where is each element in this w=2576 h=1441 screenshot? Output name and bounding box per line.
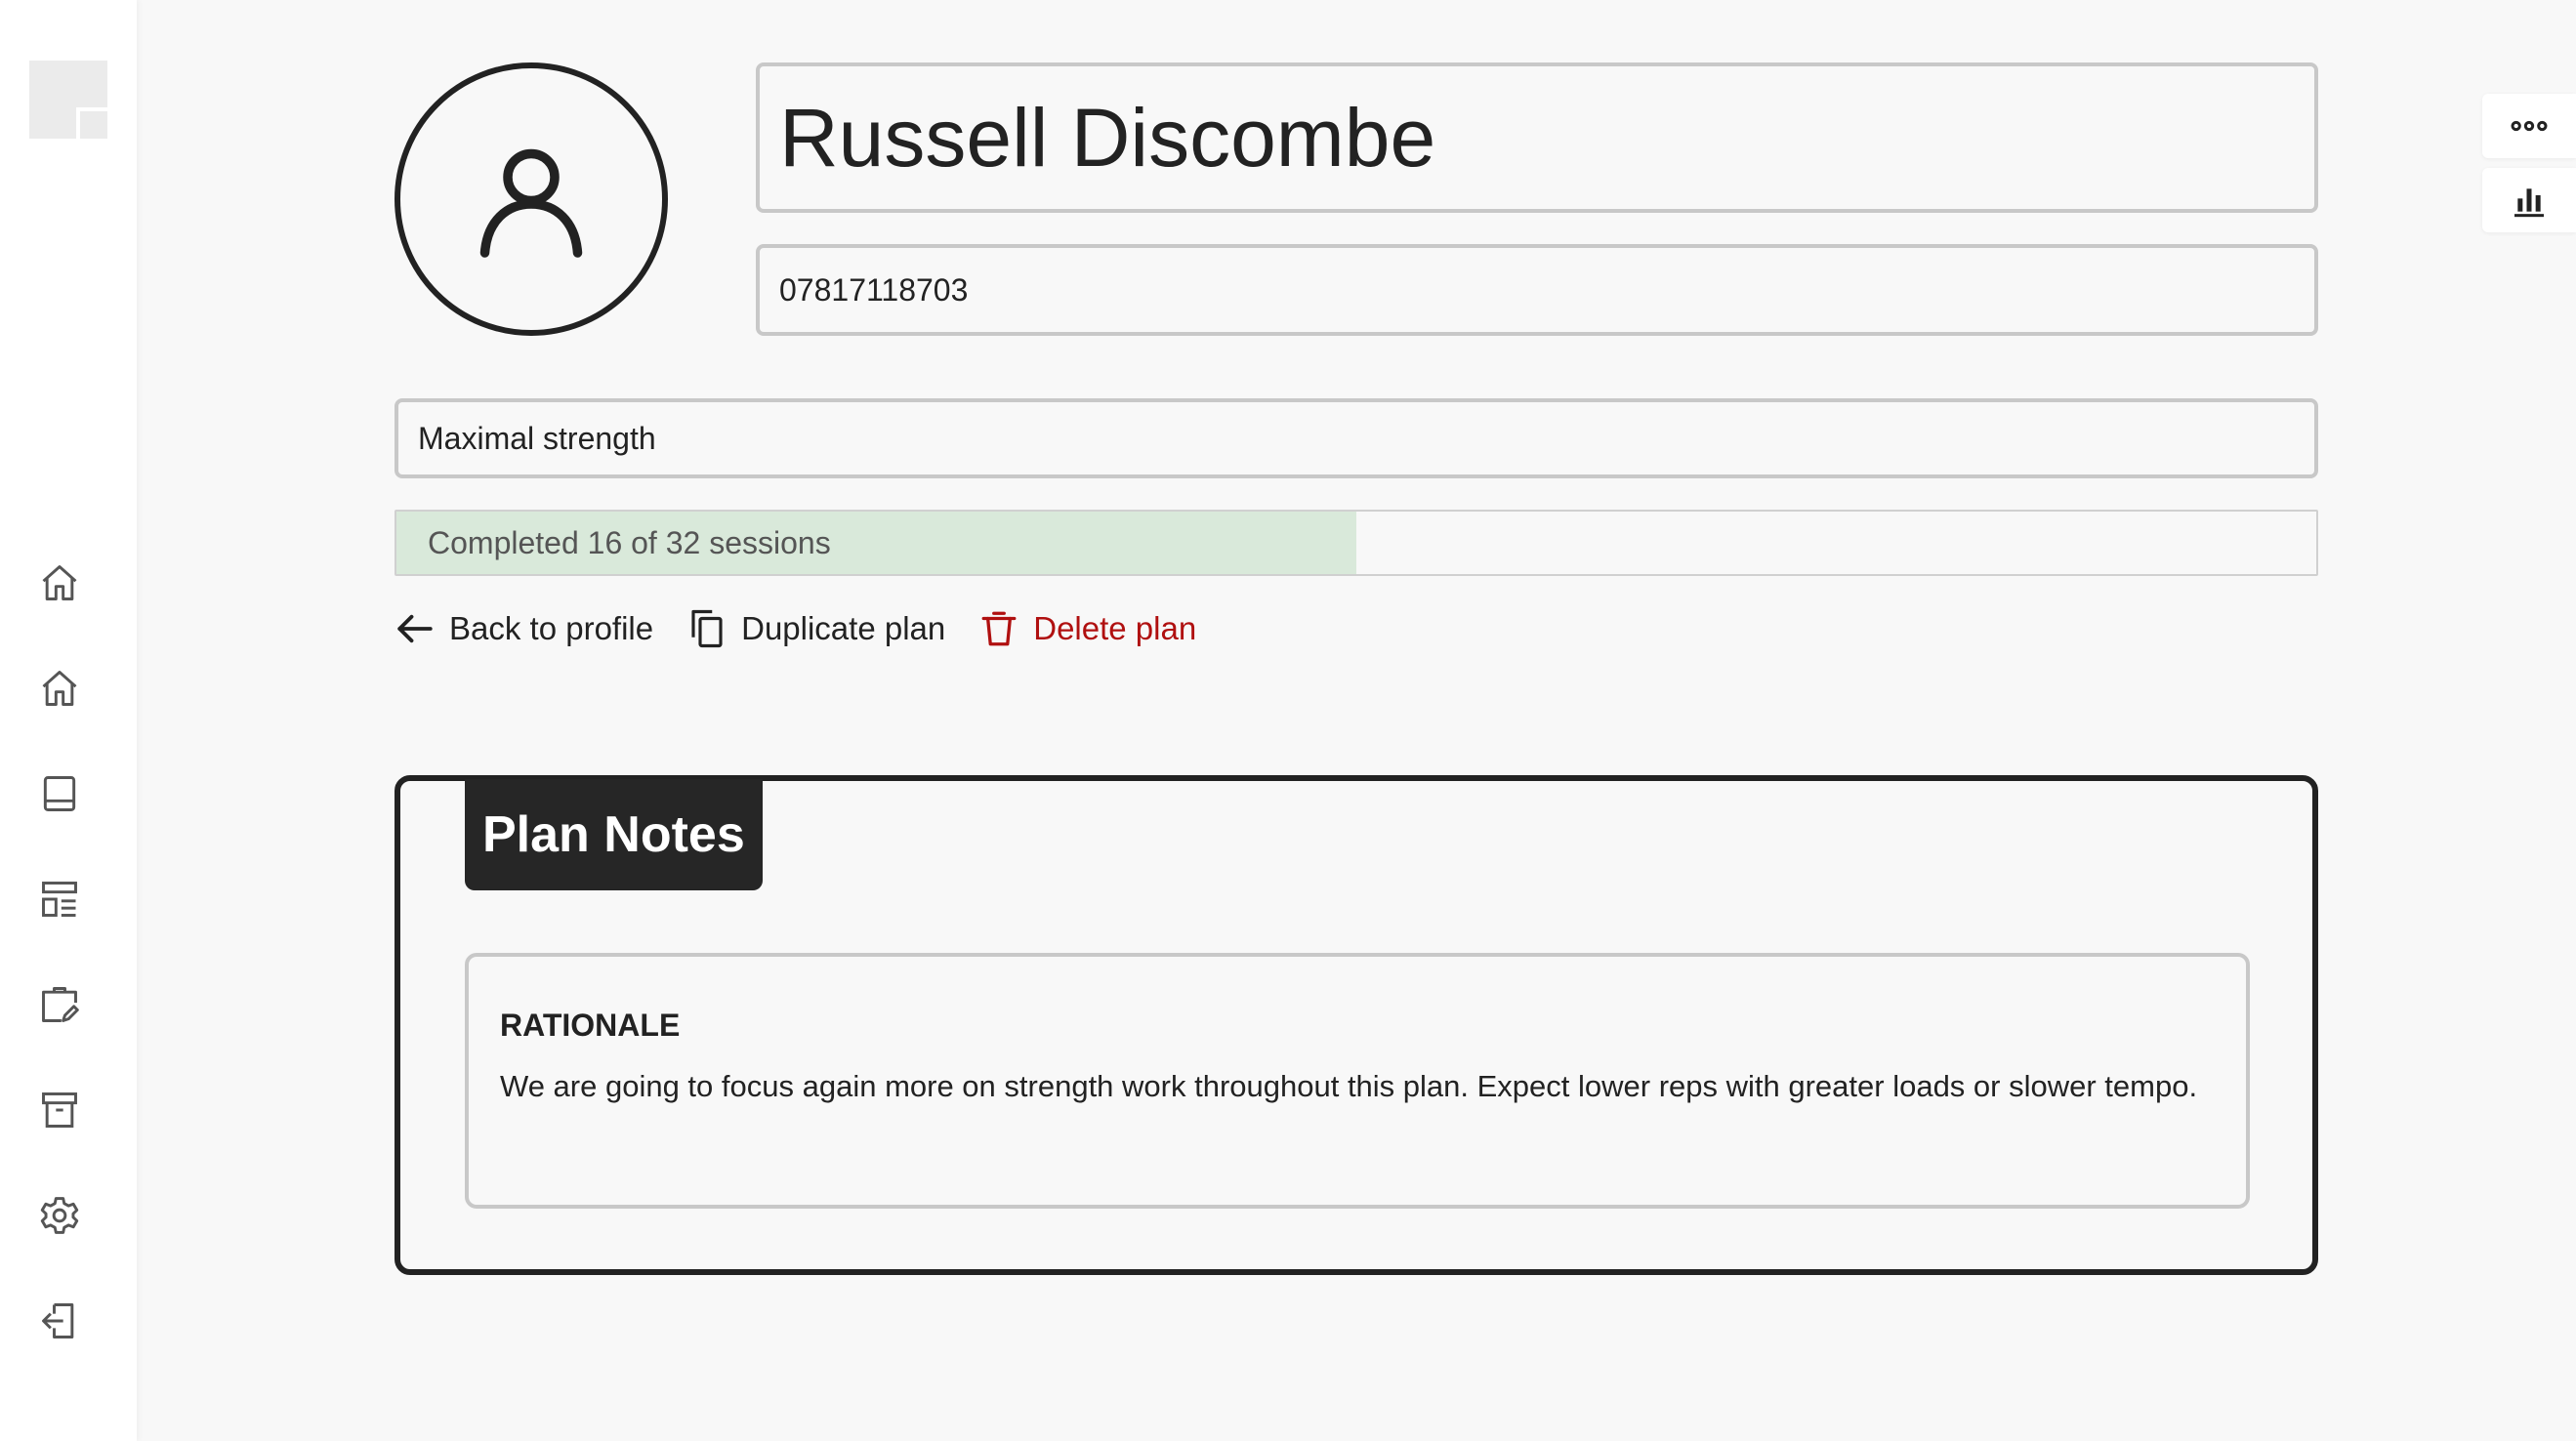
- plan-notes-card: Plan Notes RATIONALE We are going to foc…: [395, 775, 2318, 1275]
- user-icon: [479, 148, 583, 258]
- sidebar-item-logout[interactable]: [33, 1295, 86, 1347]
- logout-icon: [42, 1303, 74, 1338]
- client-name-field[interactable]: Russell Discombe: [756, 62, 2318, 213]
- rationale-heading: RATIONALE: [500, 1008, 681, 1043]
- progress-label: Completed 16 of 32 sessions: [428, 524, 831, 560]
- sidebar-item-archive[interactable]: [33, 1084, 86, 1136]
- sidebar-item-plans[interactable]: [33, 978, 86, 1031]
- sidebar-item-home[interactable]: [33, 556, 86, 609]
- duplicate-plan-label: Duplicate plan: [741, 610, 946, 646]
- rationale-text: We are going to focus again more on stre…: [500, 1069, 2198, 1103]
- sidebar-item-templates[interactable]: [33, 873, 86, 926]
- sidebar: [0, 0, 137, 1441]
- sidebar-item-home-2[interactable]: [33, 662, 86, 715]
- more-icon: [2511, 120, 2548, 132]
- more-options-button[interactable]: [2482, 94, 2576, 158]
- copy-icon: [691, 609, 723, 648]
- plan-goal-field[interactable]: Maximal strength: [395, 398, 2318, 478]
- back-to-profile-label: Back to profile: [449, 610, 654, 646]
- home-icon: [42, 671, 77, 706]
- back-to-profile-button[interactable]: Back to profile: [395, 608, 653, 649]
- layout-icon: [42, 882, 77, 917]
- delete-plan-button[interactable]: Delete plan: [978, 608, 1196, 649]
- duplicate-plan-button[interactable]: Duplicate plan: [686, 608, 945, 649]
- stats-button[interactable]: [2482, 168, 2576, 232]
- sidebar-item-library[interactable]: [33, 767, 86, 820]
- plan-actions: Back to profile Duplicate plan Delete pl…: [395, 605, 1229, 652]
- plan-notes-title: Plan Notes: [465, 779, 763, 890]
- bar-chart-icon: [2514, 188, 2544, 218]
- avatar: [395, 62, 668, 336]
- book-icon: [43, 776, 76, 811]
- clipboard-edit-icon: [42, 987, 79, 1022]
- archive-icon: [42, 1092, 77, 1128]
- app-logo-icon: [29, 61, 107, 139]
- gear-icon: [40, 1197, 79, 1234]
- sidebar-item-settings[interactable]: [33, 1189, 86, 1242]
- arrow-left-icon: [397, 614, 433, 643]
- phone-field[interactable]: 07817118703: [756, 244, 2318, 336]
- trash-icon: [981, 611, 1017, 646]
- home-icon: [42, 565, 77, 600]
- session-progress-bar: Completed 16 of 32 sessions: [395, 510, 2318, 576]
- delete-plan-label: Delete plan: [1033, 610, 1197, 646]
- rationale-note[interactable]: RATIONALE We are going to focus again mo…: [465, 953, 2250, 1209]
